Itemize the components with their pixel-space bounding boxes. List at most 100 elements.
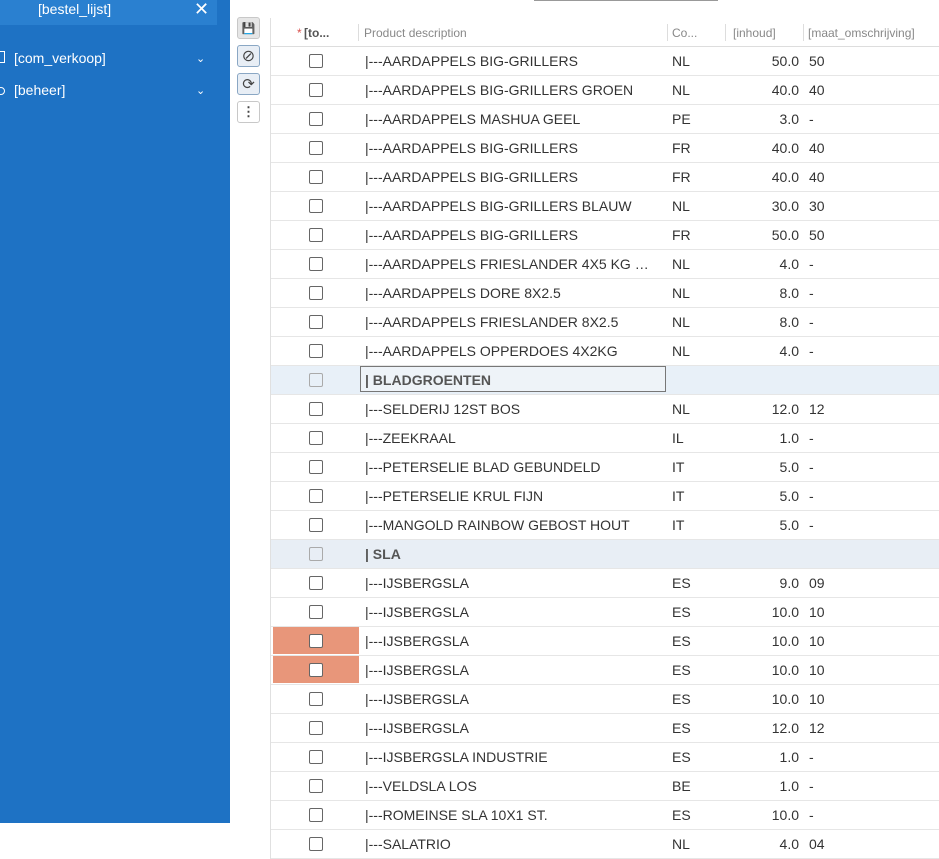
- product-description[interactable]: |---PETERSELIE BLAD GEBUNDELD: [365, 459, 655, 475]
- maat-value[interactable]: -: [809, 314, 814, 330]
- country-code[interactable]: FR: [672, 227, 691, 243]
- maat-value[interactable]: 10: [809, 662, 825, 678]
- row-checkbox-cell[interactable]: [273, 192, 359, 219]
- country-code[interactable]: ES: [672, 749, 691, 765]
- table-row[interactable]: |---ROMEINSE SLA 10X1 ST. ES 10.0-: [271, 801, 939, 830]
- inhoud-value[interactable]: 5.0: [727, 459, 799, 475]
- table-row[interactable]: |---AARDAPPELS BIG-GRILLERS GROEN NL 40.0 4…: [271, 76, 939, 105]
- product-description[interactable]: |---ROMEINSE SLA 10X1 ST.: [365, 807, 655, 823]
- inhoud-value[interactable]: 30.0: [727, 198, 799, 214]
- inhoud-value[interactable]: 40.0: [727, 169, 799, 185]
- maat-value[interactable]: 40: [809, 140, 825, 156]
- row-checkbox-cell[interactable]: [273, 830, 359, 857]
- table-row[interactable]: |---IJSBERGSLA ES 12.0 12: [271, 714, 939, 743]
- table-row[interactable]: |---AARDAPPELS BIG-GRILLERS NL 50.0 50: [271, 47, 939, 76]
- inhoud-value[interactable]: 4.0: [727, 256, 799, 272]
- row-checkbox[interactable]: [309, 372, 323, 387]
- country-code[interactable]: FR: [672, 169, 691, 185]
- table-row[interactable]: |---IJSBERGSLA ES 10.0 10: [271, 627, 939, 656]
- row-checkbox-cell[interactable]: [273, 395, 359, 422]
- country-code[interactable]: ES: [672, 662, 691, 678]
- country-code[interactable]: BE: [672, 778, 691, 794]
- row-checkbox[interactable]: [309, 285, 323, 300]
- inhoud-value[interactable]: 4.0: [727, 836, 799, 852]
- product-description[interactable]: |---PETERSELIE KRUL FIJN: [365, 488, 655, 504]
- row-checkbox-cell[interactable]: [273, 714, 359, 741]
- inhoud-value[interactable]: 5.0: [727, 517, 799, 533]
- maat-value[interactable]: -: [809, 488, 814, 504]
- row-checkbox[interactable]: [309, 53, 323, 68]
- row-checkbox[interactable]: [309, 227, 323, 242]
- inhoud-value[interactable]: 8.0: [727, 314, 799, 330]
- row-checkbox-cell[interactable]: [273, 163, 359, 190]
- inhoud-value[interactable]: 12.0: [727, 401, 799, 417]
- group-row[interactable]: | BLADGROENTEN: [271, 366, 939, 395]
- maat-value[interactable]: 04: [809, 836, 825, 852]
- row-checkbox[interactable]: [309, 111, 323, 126]
- maat-value[interactable]: 50: [809, 53, 825, 69]
- table-row[interactable]: |---SALATRIO NL 4.0 04: [271, 830, 939, 859]
- maat-value[interactable]: 10: [809, 604, 825, 620]
- country-code[interactable]: NL: [672, 836, 690, 852]
- table-row[interactable]: |---VELDSLA LOS BE 1.0-: [271, 772, 939, 801]
- maat-value[interactable]: 10: [809, 633, 825, 649]
- product-description[interactable]: |---AARDAPPELS MASHUA GEEL: [365, 111, 655, 127]
- maat-value[interactable]: -: [809, 778, 814, 794]
- inhoud-value[interactable]: 40.0: [727, 140, 799, 156]
- maat-value[interactable]: 40: [809, 82, 825, 98]
- row-checkbox-cell[interactable]: [273, 656, 359, 683]
- inhoud-value[interactable]: 1.0: [727, 778, 799, 794]
- row-checkbox[interactable]: [309, 401, 323, 416]
- product-description[interactable]: | BLADGROENTEN: [360, 366, 666, 392]
- product-description[interactable]: | SLA: [365, 546, 655, 562]
- row-checkbox[interactable]: [309, 517, 323, 532]
- table-row[interactable]: |---PETERSELIE KRUL FIJN IT 5.0-: [271, 482, 939, 511]
- row-checkbox-cell[interactable]: [273, 337, 359, 364]
- row-checkbox-cell[interactable]: [273, 743, 359, 770]
- table-row[interactable]: |---IJSBERGSLA ES 10.0 10: [271, 598, 939, 627]
- country-code[interactable]: NL: [672, 82, 690, 98]
- table-row[interactable]: |---AARDAPPELS DORE 8X2.5 NL 8.0-: [271, 279, 939, 308]
- row-checkbox[interactable]: [309, 807, 323, 822]
- product-description[interactable]: |---ZEEKRAAL: [365, 430, 655, 446]
- row-checkbox-cell[interactable]: [273, 279, 359, 306]
- country-code[interactable]: IT: [672, 488, 684, 504]
- table-row[interactable]: |---SELDERIJ 12ST BOS NL 12.0 12: [271, 395, 939, 424]
- table-row[interactable]: |---ZEEKRAAL IL 1.0-: [271, 424, 939, 453]
- row-checkbox[interactable]: [309, 82, 323, 97]
- inhoud-value[interactable]: 50.0: [727, 53, 799, 69]
- inhoud-value[interactable]: 10.0: [727, 633, 799, 649]
- row-checkbox-cell[interactable]: [273, 569, 359, 596]
- product-description[interactable]: |---IJSBERGSLA: [365, 691, 655, 707]
- row-checkbox-cell[interactable]: [273, 308, 359, 335]
- sidebar-item-bestel-lijst[interactable]: [bestel_lijst] ✕: [0, 0, 217, 25]
- row-checkbox[interactable]: [309, 662, 323, 677]
- group-row[interactable]: | SLA: [271, 540, 939, 569]
- row-checkbox-cell[interactable]: [273, 482, 359, 509]
- maat-value[interactable]: -: [809, 285, 814, 301]
- product-description[interactable]: |---AARDAPPELS BIG-GRILLERS GROEN: [365, 82, 655, 98]
- header-country[interactable]: Co...: [672, 26, 697, 40]
- row-checkbox[interactable]: [309, 749, 323, 764]
- row-checkbox[interactable]: [309, 691, 323, 706]
- country-code[interactable]: IT: [672, 459, 684, 475]
- table-row[interactable]: |---AARDAPPELS BIG-GRILLERS FR 50.0 50: [271, 221, 939, 250]
- product-description[interactable]: |---AARDAPPELS FRIESLANDER 8X2.5: [365, 314, 655, 330]
- maat-value[interactable]: 10: [809, 691, 825, 707]
- row-checkbox-cell[interactable]: [273, 105, 359, 132]
- row-checkbox[interactable]: [309, 314, 323, 329]
- inhoud-value[interactable]: 12.0: [727, 720, 799, 736]
- maat-value[interactable]: 09: [809, 575, 825, 591]
- product-description[interactable]: |---AARDAPPELS DORE 8X2.5: [365, 285, 655, 301]
- maat-value[interactable]: -: [809, 459, 814, 475]
- inhoud-value[interactable]: 50.0: [727, 227, 799, 243]
- table-row[interactable]: |---AARDAPPELS MASHUA GEEL PE 3.0-: [271, 105, 939, 134]
- header-todo[interactable]: [to...: [304, 26, 329, 40]
- row-checkbox[interactable]: [309, 140, 323, 155]
- maat-value[interactable]: 50: [809, 227, 825, 243]
- product-description[interactable]: |---IJSBERGSLA: [365, 720, 655, 736]
- row-checkbox-cell[interactable]: [273, 366, 359, 393]
- maat-value[interactable]: 30: [809, 198, 825, 214]
- product-description[interactable]: |---IJSBERGSLA: [365, 662, 655, 678]
- maat-value[interactable]: -: [809, 749, 814, 765]
